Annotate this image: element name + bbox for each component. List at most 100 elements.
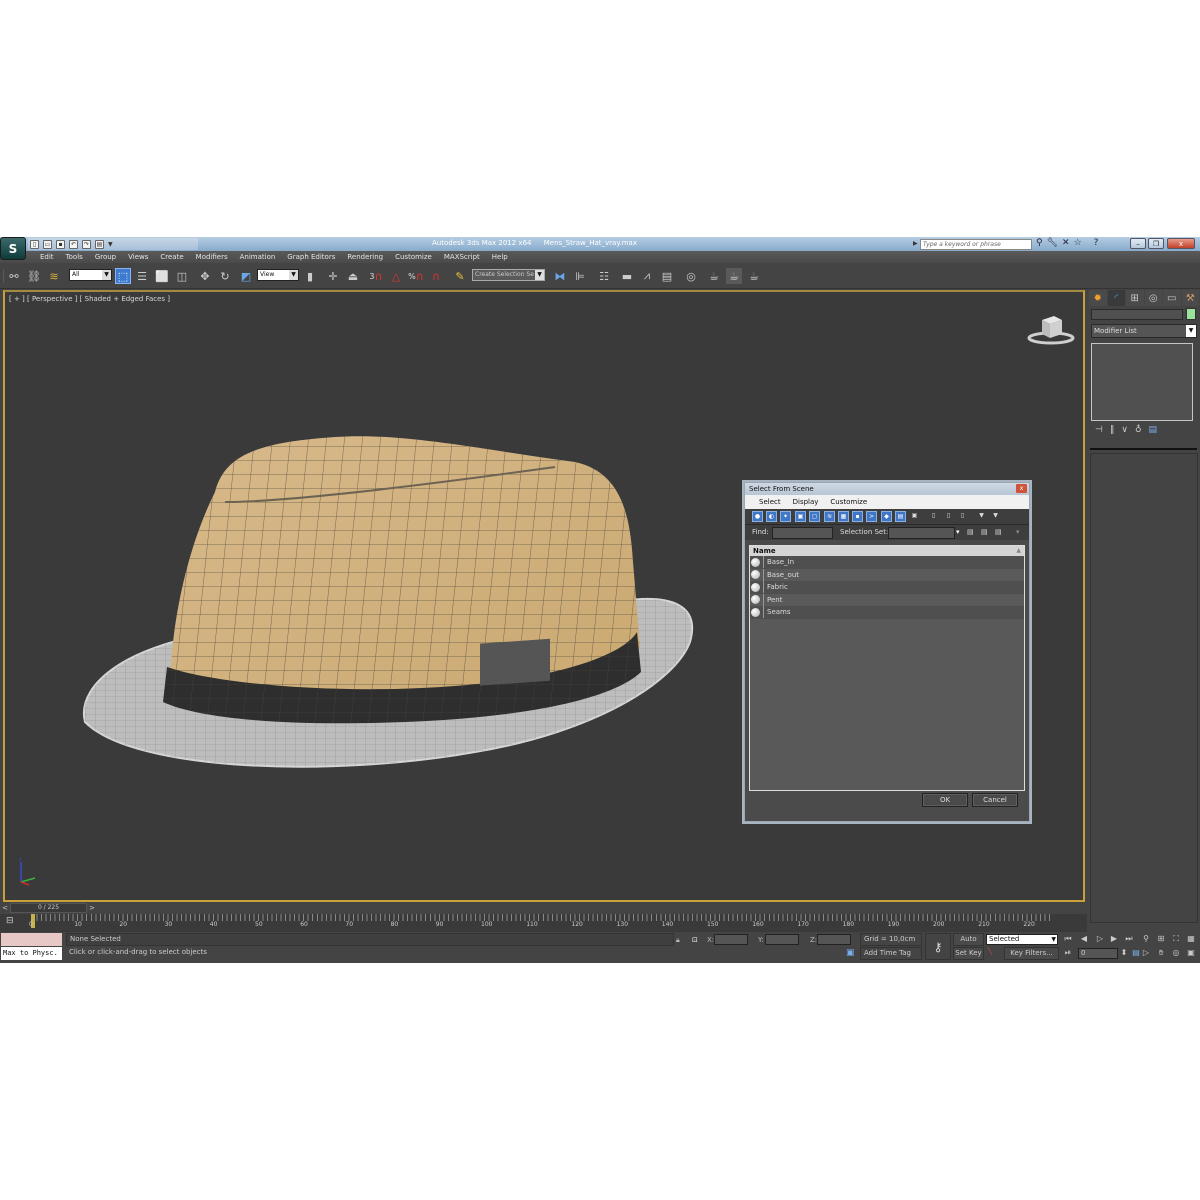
display-space-warps-icon[interactable]: ≋ bbox=[824, 511, 835, 522]
orbit-icon[interactable]: ◎ bbox=[1170, 947, 1182, 959]
display-none-icon[interactable]: ▯ bbox=[943, 511, 954, 522]
field-of-view-icon[interactable]: ▷ bbox=[1140, 947, 1152, 959]
schematic-view-icon[interactable]: ⩘ bbox=[639, 268, 655, 284]
select-object-icon[interactable]: ⬚ bbox=[115, 268, 131, 284]
project-folder-icon[interactable]: ▤ bbox=[95, 239, 104, 249]
window-crossing-icon[interactable]: ◫ bbox=[174, 268, 190, 284]
go-to-end-icon[interactable]: ⏭ bbox=[1123, 933, 1135, 945]
key-filters-button[interactable]: Key Filters... bbox=[1004, 947, 1059, 960]
minimize-button[interactable]: – bbox=[1130, 238, 1146, 249]
keyboard-shortcut-override-icon[interactable]: ⏏ bbox=[345, 268, 361, 284]
hierarchy-icon[interactable]: ⊞ bbox=[1126, 290, 1144, 306]
spinner-snap-icon[interactable]: ∩ bbox=[428, 268, 444, 284]
display-all-icon[interactable]: ▯ bbox=[928, 511, 939, 522]
time-slider-next-button[interactable]: > bbox=[87, 903, 97, 913]
select-and-move-icon[interactable]: ✥ bbox=[197, 268, 213, 284]
select-by-name-icon[interactable]: ☰ bbox=[134, 268, 150, 284]
named-selection-sets-dropdown[interactable]: Create Selection Se ▼ bbox=[472, 269, 545, 281]
dialog-menu-display[interactable]: Display bbox=[787, 495, 825, 509]
menu-modifiers[interactable]: Modifiers bbox=[190, 251, 234, 263]
modifier-list-dropdown[interactable]: Modifier List ▼ bbox=[1091, 324, 1197, 338]
select-and-manipulate-icon[interactable]: ✛ bbox=[325, 268, 341, 284]
go-to-start-icon[interactable]: ⏮ bbox=[1062, 933, 1074, 945]
select-and-scale-icon[interactable]: ◩ bbox=[238, 268, 254, 284]
display-cameras-icon[interactable]: ▣ bbox=[795, 511, 806, 522]
dialog-close-button[interactable]: x bbox=[1016, 484, 1027, 493]
render-setup-icon[interactable]: ◎ bbox=[683, 268, 699, 284]
cancel-button[interactable]: Cancel bbox=[972, 793, 1018, 807]
mini-curve-editor-icon[interactable]: ⊟ bbox=[6, 916, 14, 926]
help-icon[interactable]: ? bbox=[1094, 238, 1099, 248]
layer-manager-icon[interactable]: ☷ bbox=[596, 268, 612, 284]
absolute-mode-icon[interactable]: ⊡ bbox=[692, 936, 698, 944]
redo-icon[interactable]: ↷ bbox=[82, 239, 91, 249]
application-menu-button[interactable]: S bbox=[0, 237, 26, 260]
dialog-menu-customize[interactable]: Customize bbox=[824, 495, 873, 509]
display-geometry-icon[interactable]: ● bbox=[752, 511, 763, 522]
display-frozen-icon[interactable]: ▤ bbox=[895, 511, 906, 522]
time-tag-icon[interactable]: ▣ bbox=[846, 948, 855, 958]
wrench-icon[interactable]: 🔧︎ bbox=[1047, 238, 1058, 248]
new-file-icon[interactable]: ▯ bbox=[30, 239, 39, 249]
zoom-all-icon[interactable]: ⊞ bbox=[1155, 933, 1167, 945]
snaps-toggle-icon[interactable]: 3 ∩ bbox=[368, 268, 384, 284]
remove-modifier-icon[interactable]: ♁ bbox=[1135, 425, 1142, 435]
mirror-icon[interactable]: ⧓ bbox=[552, 268, 568, 284]
key-mode-toggle-icon[interactable]: ⏯ bbox=[1062, 947, 1074, 959]
star-icon[interactable]: ☆ bbox=[1074, 238, 1082, 248]
scene-object-list[interactable]: Name ▲ Base_In Base_out Fabric Pent Seam… bbox=[749, 545, 1025, 791]
motion-icon[interactable]: ◎ bbox=[1144, 290, 1162, 306]
display-helpers-icon[interactable]: ▢ bbox=[809, 511, 820, 522]
menu-group[interactable]: Group bbox=[89, 251, 122, 263]
display-bones-icon[interactable]: > bbox=[866, 511, 877, 522]
selection-set-dropdown-icon[interactable]: ▾ bbox=[956, 528, 960, 536]
modifier-stack[interactable] bbox=[1091, 343, 1193, 421]
infocenter-search-input[interactable]: Type a keyword or phrase bbox=[920, 239, 1032, 250]
list-item[interactable]: Seams bbox=[750, 606, 1024, 619]
x-coordinate-input[interactable] bbox=[714, 934, 748, 945]
zoom-extents-all-icon[interactable]: ▦ bbox=[1185, 933, 1197, 945]
object-name-input[interactable] bbox=[1091, 309, 1183, 320]
previous-frame-icon[interactable]: ◀ bbox=[1078, 933, 1090, 945]
utilities-icon[interactable]: ⚒ bbox=[1181, 290, 1199, 306]
list-item[interactable]: Base_In bbox=[750, 556, 1024, 569]
satellite-icon[interactable]: ✕ bbox=[1062, 238, 1070, 248]
material-editor-icon[interactable]: ▤ bbox=[659, 268, 675, 284]
ok-button[interactable]: OK bbox=[922, 793, 968, 807]
pin-stack-icon[interactable]: ⊣ bbox=[1095, 425, 1103, 435]
bind-to-space-warp-icon[interactable]: ≋ bbox=[46, 268, 62, 284]
default-in-out-tangents-icon[interactable]: ╲ bbox=[988, 948, 992, 956]
menu-edit[interactable]: Edit bbox=[34, 251, 60, 263]
viewport-label[interactable]: [ + ] [ Perspective ] [ Shaded + Edged F… bbox=[9, 295, 170, 303]
modify-icon[interactable]: ◜ bbox=[1107, 290, 1125, 306]
add-time-tag-button[interactable]: Add Time Tag bbox=[860, 947, 922, 960]
close-button[interactable]: x bbox=[1167, 238, 1195, 249]
display-invert-icon[interactable]: ▯ bbox=[957, 511, 968, 522]
time-slider[interactable]: < 0 / 225 > bbox=[0, 903, 1087, 913]
select-and-rotate-icon[interactable]: ↻ bbox=[217, 268, 233, 284]
percent-snap-icon[interactable]: % ∩ bbox=[408, 268, 424, 284]
rendered-frame-window-icon[interactable]: ☕ bbox=[706, 268, 722, 284]
reference-coordinate-dropdown[interactable]: View ▼ bbox=[257, 269, 299, 281]
pan-view-icon[interactable]: ✋︎ bbox=[1155, 947, 1167, 959]
display-groups-icon[interactable]: ▦ bbox=[838, 511, 849, 522]
pivot-center-icon[interactable]: ▮ bbox=[302, 268, 318, 284]
find-input[interactable] bbox=[772, 527, 833, 539]
remove-from-selection-set-icon[interactable]: ▤ bbox=[995, 528, 1002, 536]
restore-button[interactable]: ❐ bbox=[1148, 238, 1164, 249]
show-end-result-icon[interactable]: ‖ bbox=[1110, 425, 1115, 435]
customize-dropdown-icon[interactable]: ▼ bbox=[108, 241, 113, 248]
curve-editor-icon[interactable]: ▬ bbox=[619, 268, 635, 284]
time-slider-thumb[interactable]: 0 / 225 bbox=[10, 903, 87, 913]
menu-graph-editors[interactable]: Graph Editors bbox=[281, 251, 341, 263]
dialog-title-bar[interactable]: Select From Scene x bbox=[745, 483, 1029, 495]
menu-customize[interactable]: Customize bbox=[389, 251, 438, 263]
list-item[interactable]: Pent bbox=[750, 593, 1024, 606]
undo-icon[interactable]: ↶ bbox=[69, 239, 78, 249]
column-header-name[interactable]: Name ▲ bbox=[750, 546, 1024, 556]
auto-key-button[interactable]: Auto Key bbox=[953, 933, 984, 954]
rectangular-selection-region-icon[interactable]: ⬜ bbox=[154, 268, 170, 284]
key-mode-dropdown[interactable]: Selected ▼ bbox=[986, 934, 1058, 945]
zoom-icon[interactable]: ⚲ bbox=[1140, 933, 1152, 945]
current-frame-input[interactable]: 0 bbox=[1078, 948, 1118, 959]
